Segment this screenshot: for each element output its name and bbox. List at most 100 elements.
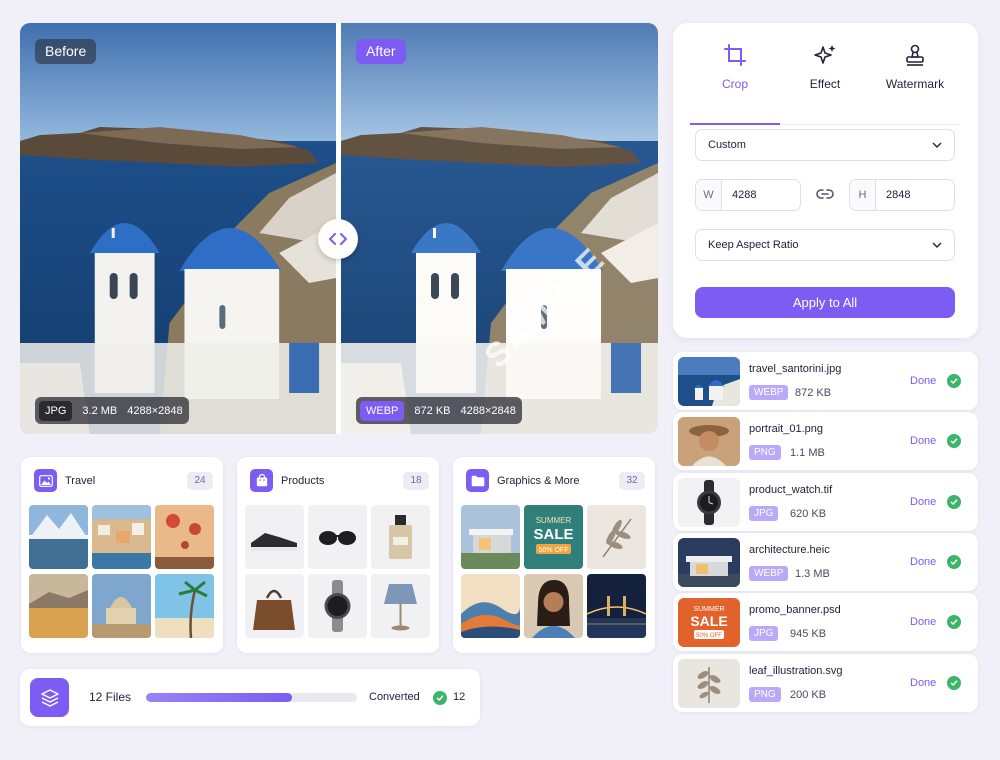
collection-graphics[interactable]: Graphics & More 32 SUMMER SALE 50% OFF bbox=[453, 457, 655, 653]
summer-sale-thumbnail[interactable]: SUMMER SALE 50% OFF bbox=[524, 505, 583, 569]
portrait-thumbnail[interactable] bbox=[524, 574, 583, 638]
edit-tabs: Crop Effect Watermark bbox=[690, 33, 960, 125]
file-thumbnail bbox=[678, 538, 740, 587]
crop-preset-value: Custom bbox=[708, 139, 746, 151]
compare-slider-handle[interactable] bbox=[318, 219, 358, 259]
after-meta: WEBP 872 KB 4288×2848 bbox=[356, 397, 522, 424]
file-format-badge: WEBP bbox=[749, 385, 789, 400]
file-name: portrait_01.png bbox=[749, 423, 823, 435]
sparkle-icon bbox=[814, 45, 836, 64]
handbag-thumbnail[interactable] bbox=[245, 574, 304, 638]
leaf-art-thumbnail[interactable] bbox=[587, 505, 646, 569]
file-name: travel_santorini.jpg bbox=[749, 363, 842, 375]
file-item[interactable]: travel_santorini.jpg WEBP 872 KB Done bbox=[673, 352, 978, 410]
before-dimensions: 4288×2848 bbox=[127, 404, 183, 417]
folder-icon bbox=[466, 469, 489, 492]
file-format-badge: JPG bbox=[749, 626, 779, 641]
file-thumbnail bbox=[678, 478, 740, 527]
sneaker-thumbnail[interactable] bbox=[245, 505, 304, 569]
file-item[interactable]: architecture.heic WEBP 1.3 MB Done bbox=[673, 533, 978, 591]
check-circle-icon bbox=[947, 495, 961, 509]
height-label: H bbox=[850, 180, 876, 210]
file-format-badge: JPG bbox=[749, 506, 779, 521]
lamp-thumbnail[interactable] bbox=[371, 574, 430, 638]
collection-header: Products 18 bbox=[250, 469, 429, 492]
promo-line3: 50% OFF bbox=[696, 633, 722, 639]
tab-crop-label: Crop bbox=[721, 77, 748, 91]
aspect-ratio-value: Keep Aspect Ratio bbox=[708, 239, 799, 251]
collection-header: Travel 24 bbox=[34, 469, 213, 492]
modern-house-thumbnail[interactable] bbox=[461, 505, 520, 569]
files-count: 12 Files bbox=[89, 690, 132, 704]
stamp-icon bbox=[906, 44, 924, 66]
aspect-ratio-select[interactable]: Keep Aspect Ratio bbox=[695, 229, 955, 261]
width-label: W bbox=[696, 180, 722, 210]
after-label: After bbox=[356, 39, 406, 64]
file-item[interactable]: leaf_illustration.svg PNG 200 KB Done bbox=[673, 654, 978, 712]
progress-bar-fill bbox=[146, 693, 292, 702]
converted-count: 12 bbox=[453, 691, 466, 703]
apply-to-all-button[interactable]: Apply to All bbox=[695, 287, 955, 318]
palm-beach-thumbnail[interactable] bbox=[155, 574, 214, 638]
width-value[interactable]: 4288 bbox=[722, 189, 756, 201]
watch-thumbnail[interactable] bbox=[308, 574, 367, 638]
file-size: 1.1 MB bbox=[790, 447, 825, 459]
wheat-field-thumbnail[interactable] bbox=[29, 574, 88, 638]
tab-crop[interactable]: Crop bbox=[690, 33, 780, 125]
collection-products[interactable]: Products 18 bbox=[237, 457, 439, 653]
height-value[interactable]: 2848 bbox=[876, 189, 910, 201]
collection-count: 24 bbox=[187, 471, 213, 490]
santorini-photo-after bbox=[341, 23, 658, 434]
promo-line2: SALE bbox=[690, 613, 727, 629]
tab-watermark[interactable]: Watermark bbox=[870, 33, 960, 124]
check-circle-icon bbox=[947, 434, 961, 448]
file-size: 620 KB bbox=[790, 508, 827, 520]
sunglasses-thumbnail[interactable] bbox=[308, 505, 367, 569]
height-field[interactable]: H 2848 bbox=[849, 179, 955, 211]
promo-line2: SALE bbox=[533, 526, 573, 543]
cathedral-city-thumbnail[interactable] bbox=[92, 574, 151, 638]
collection-count: 32 bbox=[619, 471, 645, 490]
crop-icon bbox=[724, 44, 746, 66]
collection-title: Travel bbox=[65, 474, 96, 487]
before-meta: JPG 3.2 MB 4288×2848 bbox=[35, 397, 189, 424]
promo-line1: SUMMER bbox=[693, 606, 724, 613]
file-item[interactable]: SUMMER SALE 50% OFF promo_banner.psd JPG… bbox=[673, 593, 978, 651]
perfume-thumbnail[interactable] bbox=[371, 505, 430, 569]
file-size: 1.3 MB bbox=[795, 568, 830, 580]
progress-bar bbox=[146, 693, 357, 702]
collection-grid bbox=[29, 505, 214, 638]
layers-icon bbox=[30, 678, 69, 717]
file-name: product_watch.tif bbox=[749, 484, 833, 496]
mountain-lake-thumbnail[interactable] bbox=[29, 505, 88, 569]
file-size: 945 KB bbox=[790, 628, 827, 640]
before-format-badge: JPG bbox=[39, 400, 73, 421]
abstract-hills-thumbnail[interactable] bbox=[461, 574, 520, 638]
file-item[interactable]: product_watch.tif JPG 620 KB Done bbox=[673, 473, 978, 531]
image-comparison[interactable]: Before JPG 3.2 MB 4288×2848 SAMPLE After… bbox=[20, 23, 658, 434]
shopping-bag-icon bbox=[250, 469, 273, 492]
after-dimensions: 4288×2848 bbox=[460, 404, 516, 417]
coastal-village-thumbnail[interactable] bbox=[92, 505, 151, 569]
check-circle-icon bbox=[947, 374, 961, 388]
after-size: 872 KB bbox=[414, 404, 451, 417]
collection-travel[interactable]: Travel 24 bbox=[21, 457, 223, 653]
night-bridge-thumbnail[interactable] bbox=[587, 574, 646, 638]
conversion-progress: 12 Files Converted 12 bbox=[20, 669, 480, 726]
promo-line3: 50% OFF bbox=[539, 547, 569, 554]
converted-label: Converted bbox=[369, 691, 420, 703]
after-format-badge: WEBP bbox=[360, 400, 405, 421]
link-dimensions-button[interactable] bbox=[816, 185, 834, 208]
tab-effect[interactable]: Effect bbox=[780, 33, 870, 124]
file-status: Done bbox=[910, 677, 937, 689]
file-thumbnail bbox=[678, 417, 740, 466]
edit-panel: Crop Effect Watermark Custom W 4288 H 28… bbox=[673, 23, 978, 338]
width-field[interactable]: W 4288 bbox=[695, 179, 801, 211]
tab-watermark-label: Watermark bbox=[885, 77, 945, 91]
crop-preset-select[interactable]: Custom bbox=[695, 129, 955, 161]
check-circle-icon bbox=[947, 555, 961, 569]
chevron-down-icon bbox=[932, 242, 942, 248]
file-item[interactable]: portrait_01.png PNG 1.1 MB Done bbox=[673, 412, 978, 470]
balloons-thumbnail[interactable] bbox=[155, 505, 214, 569]
file-thumbnail bbox=[678, 659, 740, 708]
